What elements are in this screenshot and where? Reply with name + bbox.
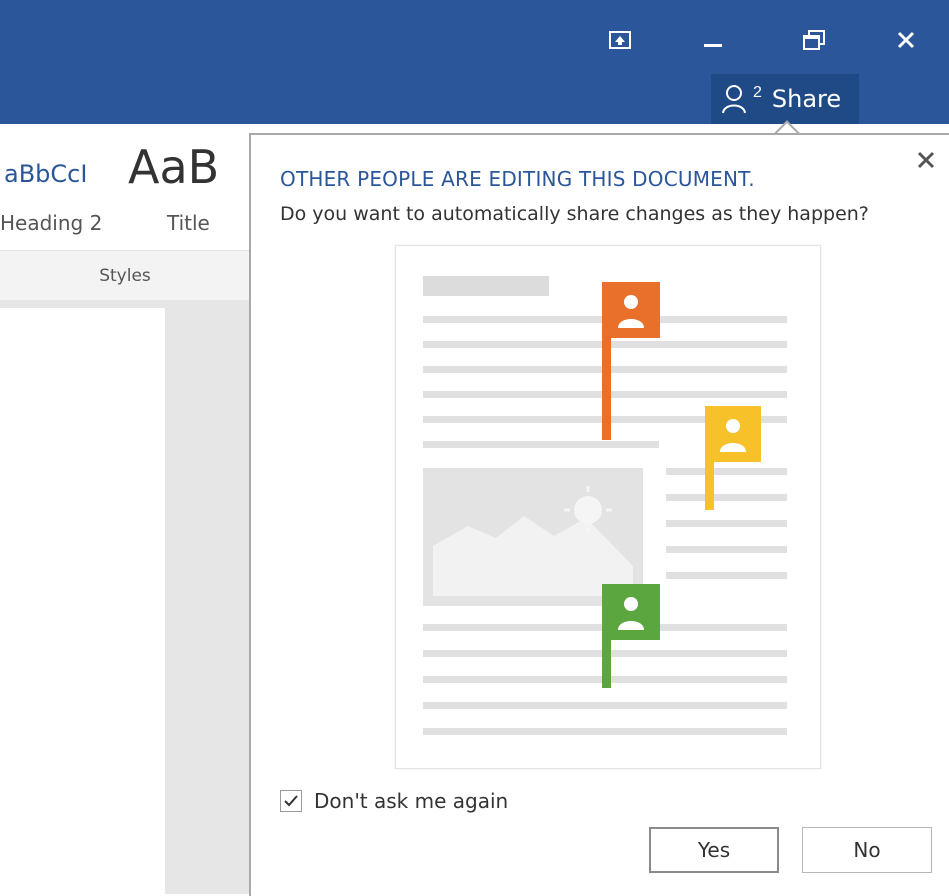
ribbon-display-options-icon <box>609 31 631 49</box>
dont-ask-again-checkbox[interactable] <box>280 790 302 812</box>
style-title-sample[interactable]: AaB <box>128 140 219 194</box>
share-count: 2 <box>753 84 762 101</box>
style-heading2-sample[interactable]: aBbCcI <box>4 160 87 188</box>
share-label: Share <box>771 85 842 113</box>
no-button[interactable]: No <box>802 827 932 873</box>
document-page[interactable] <box>0 308 165 894</box>
restore-button[interactable] <box>794 22 834 58</box>
title-bar: 2 Share <box>0 0 949 124</box>
minimize-icon <box>704 44 722 47</box>
coauthoring-illustration <box>395 245 821 769</box>
minimize-button[interactable] <box>693 22 733 58</box>
ribbon-styles-gallery: aBbCcI AaB Heading 2 Title Styles <box>0 124 250 300</box>
callout-close-button[interactable] <box>913 147 939 173</box>
styles-group-label: Styles <box>0 250 250 300</box>
style-title-label[interactable]: Title <box>167 211 210 235</box>
callout-subtitle: Do you want to automatically share chang… <box>280 203 869 225</box>
dont-ask-again-checkbox-row[interactable]: Don't ask me again <box>280 789 508 813</box>
document-illustration <box>423 276 787 735</box>
yes-button[interactable]: Yes <box>649 827 779 873</box>
coauthoring-callout: OTHER PEOPLE ARE EDITING THIS DOCUMENT. … <box>249 133 949 896</box>
checkmark-icon <box>284 795 298 807</box>
dont-ask-again-label[interactable]: Don't ask me again <box>314 789 508 813</box>
ribbon-display-options-button[interactable] <box>600 22 640 58</box>
callout-title: OTHER PEOPLE ARE EDITING THIS DOCUMENT. <box>280 167 755 191</box>
document-canvas <box>0 300 250 894</box>
close-icon <box>897 31 915 49</box>
restore-icon <box>803 30 825 50</box>
share-button[interactable]: 2 Share <box>711 74 859 124</box>
close-icon <box>917 151 935 169</box>
style-heading2-label[interactable]: Heading 2 <box>0 211 102 235</box>
people-icon <box>722 85 746 114</box>
window-close-button[interactable] <box>886 22 926 58</box>
